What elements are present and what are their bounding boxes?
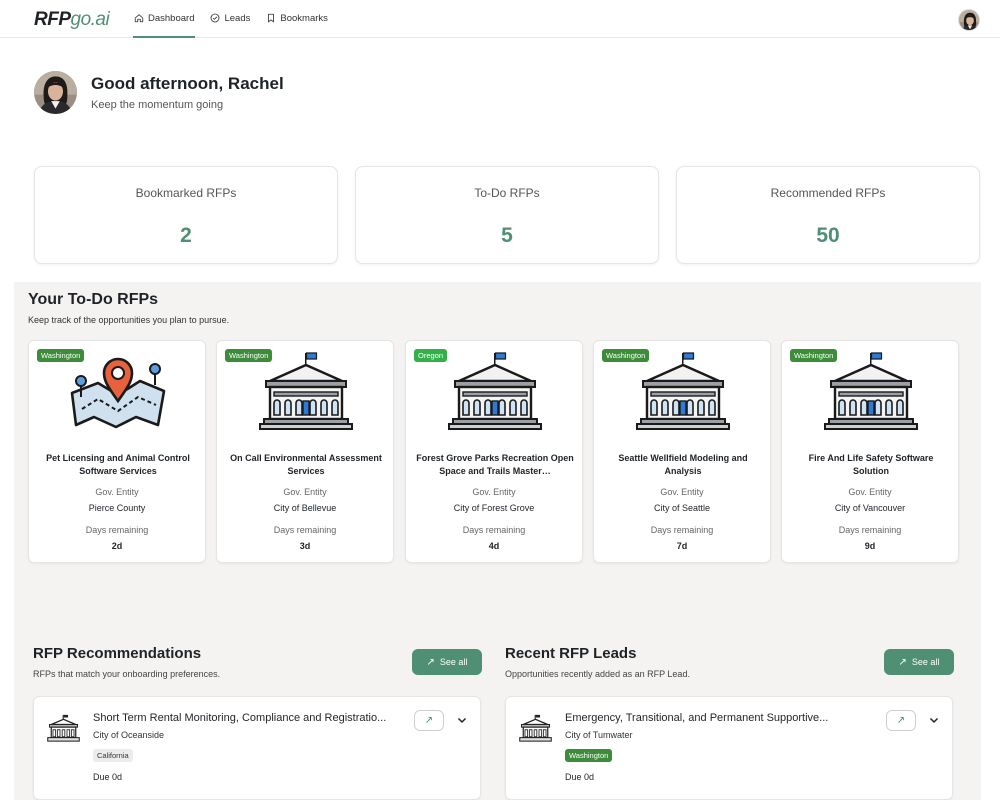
- days-label: Days remaining: [838, 525, 902, 535]
- lead-item[interactable]: Emergency, Transitional, and Permanent S…: [505, 696, 953, 800]
- greeting-title: Good afternoon, Rachel: [91, 74, 284, 93]
- stat-value: 5: [501, 224, 513, 247]
- todo-card[interactable]: Oregon Forest Grove Parks Recreation Ope…: [405, 340, 583, 563]
- chevron-down-icon[interactable]: [927, 713, 941, 727]
- rfp-city: City of Tumwater: [565, 730, 633, 740]
- see-all-label: See all: [911, 657, 940, 667]
- top-navigation: RFPgo.ai Dashboard Leads Bookmarks: [0, 0, 1000, 38]
- greeting-avatar: [34, 71, 77, 114]
- check-circle-icon: [211, 13, 220, 23]
- nav-links: Dashboard Leads Bookmarks: [133, 0, 329, 38]
- nav-bookmarks-label: Bookmarks: [280, 12, 328, 24]
- entity-label: Gov. Entity: [848, 487, 892, 497]
- arrow-up-right-icon: ↗: [898, 656, 907, 668]
- map-pin-icon: [67, 351, 169, 431]
- government-building-icon: [632, 351, 734, 431]
- entity-label: Gov. Entity: [283, 487, 327, 497]
- user-avatar-image: [959, 10, 980, 31]
- nav-dashboard-label: Dashboard: [148, 12, 195, 24]
- government-building-icon: [46, 714, 81, 742]
- entity-label: Gov. Entity: [660, 487, 704, 497]
- days-value: 4d: [488, 541, 500, 551]
- see-all-label: See all: [439, 657, 468, 667]
- leads-subtitle: Opportunities recently added as an RFP L…: [505, 669, 690, 679]
- recommendation-item[interactable]: Short Term Rental Monitoring, Compliance…: [33, 696, 481, 800]
- chevron-down-icon[interactable]: [455, 713, 469, 727]
- todo-section-subtitle: Keep track of the opportunities you plan…: [28, 315, 230, 325]
- rfp-title: On Call Environmental Assessment Service…: [230, 453, 382, 476]
- nav-bookmarks[interactable]: Bookmarks: [265, 0, 329, 38]
- arrow-up-right-icon: ↗: [896, 715, 906, 726]
- logo-accent-text: go.ai: [70, 9, 110, 30]
- todo-card[interactable]: Washington Fire And Life Safety Software…: [781, 340, 959, 563]
- logo-main-text: RFP: [34, 9, 71, 30]
- rfp-name: Short Term Rental Monitoring, Compliance…: [93, 712, 387, 724]
- entity-value: City of Seattle: [653, 503, 711, 513]
- days-label: Days remaining: [273, 525, 337, 535]
- rfp-title: Seattle Wellfield Modeling and Analysis: [618, 453, 748, 476]
- nav-leads-label: Leads: [224, 12, 251, 24]
- entity-value: City of Vancouver: [834, 503, 906, 513]
- nav-leads[interactable]: Leads: [209, 0, 251, 38]
- entity-label: Gov. Entity: [472, 487, 516, 497]
- days-value: 7d: [676, 541, 688, 551]
- rfp-name: Emergency, Transitional, and Permanent S…: [565, 712, 829, 724]
- todo-card[interactable]: Washington Seattle Wellfield Modeling an…: [593, 340, 771, 563]
- arrow-up-right-icon: ↗: [426, 656, 435, 668]
- government-building-icon: [444, 351, 546, 431]
- rfp-due: Due 0d: [565, 772, 595, 782]
- days-label: Days remaining: [462, 525, 526, 535]
- stat-label: Recommended RFPs: [770, 186, 886, 200]
- greeting-subtitle: Keep the momentum going: [91, 99, 224, 111]
- state-badge: Washington: [565, 749, 613, 762]
- open-external-button[interactable]: ↗: [886, 710, 916, 731]
- entity-label: Gov. Entity: [95, 487, 139, 497]
- recommendations-see-all-button[interactable]: ↗ See all: [412, 649, 482, 675]
- state-badge: California: [93, 749, 133, 762]
- arrow-up-right-icon: ↗: [424, 715, 434, 726]
- rfp-title: Pet Licensing and Animal Control Softwar…: [46, 453, 190, 476]
- home-icon: [134, 14, 144, 23]
- todo-section-title: Your To-Do RFPs: [28, 291, 159, 308]
- stat-value: 50: [816, 224, 840, 247]
- days-value: 3d: [299, 541, 311, 551]
- stat-card-bookmarked[interactable]: Bookmarked RFPs 2: [34, 166, 338, 264]
- stat-label: Bookmarked RFPs: [135, 186, 237, 200]
- rfp-due: Due 0d: [93, 772, 123, 782]
- stat-value: 2: [180, 224, 192, 247]
- nav-dashboard[interactable]: Dashboard: [133, 0, 196, 38]
- days-value: 9d: [864, 541, 876, 551]
- government-building-icon: [820, 351, 922, 431]
- rfp-title: Forest Grove Parks Recreation Open Space…: [416, 453, 574, 476]
- leads-title: Recent RFP Leads: [505, 645, 637, 662]
- stat-card-recommended[interactable]: Recommended RFPs 50: [676, 166, 980, 264]
- bookmark-icon: [268, 13, 275, 23]
- rfpgo-logo[interactable]: RFPgo.ai: [34, 9, 110, 31]
- days-label: Days remaining: [85, 525, 149, 535]
- rfp-title: Fire And Life Safety Software Solution: [808, 453, 934, 476]
- recommendations-title: RFP Recommendations: [33, 645, 202, 662]
- entity-value: City of Forest Grove: [453, 503, 535, 513]
- days-value: 2d: [111, 541, 123, 551]
- stat-label: To-Do RFPs: [474, 186, 540, 200]
- state-badge: Oregon: [414, 349, 448, 362]
- user-avatar-menu[interactable]: [958, 9, 980, 31]
- todo-card[interactable]: Washington On Call Environmental Assessm…: [216, 340, 394, 563]
- todo-card[interactable]: Washington Pet Licensing and Animal Cont…: [28, 340, 206, 563]
- government-building-icon: [518, 714, 553, 742]
- open-external-button[interactable]: ↗: [414, 710, 444, 731]
- entity-value: City of Bellevue: [273, 503, 337, 513]
- government-building-icon: [255, 351, 357, 431]
- stat-card-todo[interactable]: To-Do RFPs 5: [355, 166, 659, 264]
- leads-see-all-button[interactable]: ↗ See all: [884, 649, 954, 675]
- entity-value: Pierce County: [88, 503, 146, 513]
- recommendations-subtitle: RFPs that match your onboarding preferen…: [33, 669, 221, 679]
- rfp-city: City of Oceanside: [93, 730, 165, 740]
- days-label: Days remaining: [650, 525, 714, 535]
